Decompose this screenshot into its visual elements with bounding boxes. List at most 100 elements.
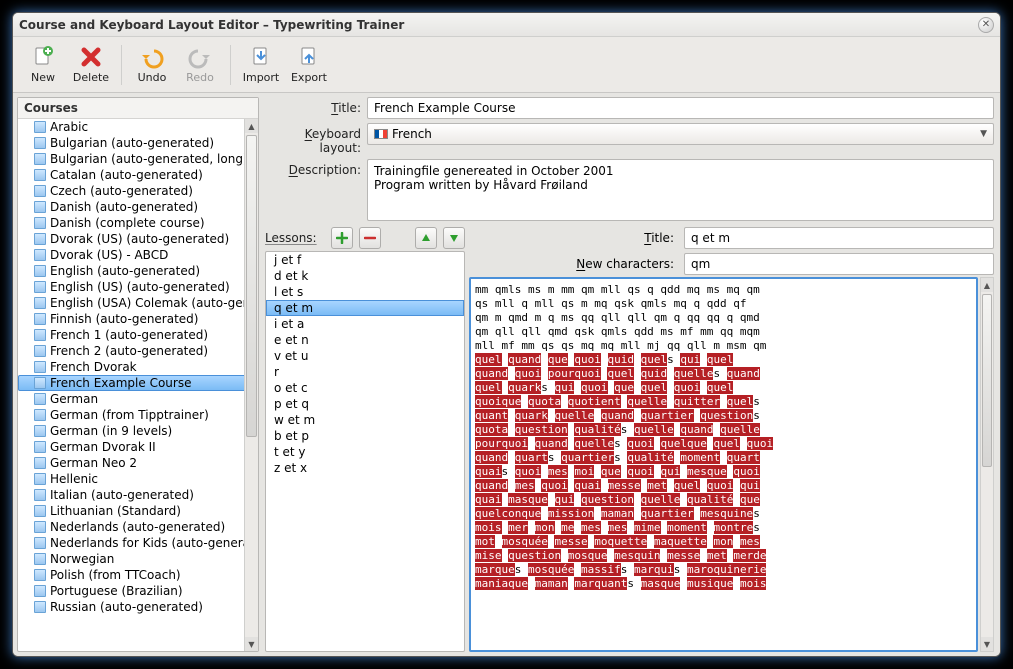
course-item-label: English (USA) Colemak (auto-gen… — [50, 296, 258, 310]
delete-icon — [79, 45, 103, 69]
scroll-up-icon[interactable]: ▲ — [981, 278, 993, 292]
course-item[interactable]: Dvorak (US) (auto-generated) — [18, 231, 258, 247]
lesson-item[interactable]: r — [266, 364, 464, 380]
courses-list[interactable]: ArabicBulgarian (auto-generated)Bulgaria… — [18, 119, 258, 615]
document-icon — [34, 473, 46, 485]
course-item[interactable]: Arabic — [18, 119, 258, 135]
course-item[interactable]: Portuguese (Brazilian) — [18, 583, 258, 599]
scroll-thumb[interactable] — [246, 135, 257, 437]
course-item[interactable]: Dvorak (US) - ABCD — [18, 247, 258, 263]
course-item[interactable]: English (US) (auto-generated) — [18, 279, 258, 295]
course-item[interactable]: French 2 (auto-generated) — [18, 343, 258, 359]
course-item[interactable]: Bulgarian (auto-generated, long) — [18, 151, 258, 167]
course-item-label: Dvorak (US) - ABCD — [50, 248, 168, 262]
add-lesson-button[interactable] — [331, 227, 353, 249]
course-item[interactable]: Danish (complete course) — [18, 215, 258, 231]
course-item[interactable]: Lithuanian (Standard) — [18, 503, 258, 519]
export-label: Export — [291, 71, 327, 84]
lesson-item[interactable]: l et s — [266, 284, 464, 300]
course-item[interactable]: Finnish (auto-generated) — [18, 311, 258, 327]
redo-button[interactable]: Redo — [176, 40, 224, 90]
scrollbar[interactable]: ▲ ▼ — [244, 119, 258, 651]
delete-button[interactable]: Delete — [67, 40, 115, 90]
lesson-title-input[interactable] — [684, 227, 994, 249]
undo-icon — [140, 45, 164, 69]
export-button[interactable]: Export — [285, 40, 333, 90]
course-item[interactable]: English (auto-generated) — [18, 263, 258, 279]
course-item-label: Lithuanian (Standard) — [50, 504, 181, 518]
keyboard-layout-combo[interactable]: French ▼ — [367, 123, 994, 145]
lesson-item[interactable]: q et m — [266, 300, 464, 316]
document-icon — [34, 137, 46, 149]
lesson-item[interactable]: d et k — [266, 268, 464, 284]
lesson-item[interactable]: z et x — [266, 460, 464, 476]
document-icon — [34, 345, 46, 357]
scroll-up-icon[interactable]: ▲ — [245, 119, 258, 133]
course-item[interactable]: German (in 9 levels) — [18, 423, 258, 439]
courses-panel: Courses ArabicBulgarian (auto-generated)… — [17, 97, 259, 652]
keyboard-label: Keyboard layout: — [265, 123, 361, 155]
lesson-item[interactable]: b et p — [266, 428, 464, 444]
move-lesson-down-button[interactable] — [443, 227, 465, 249]
description-textarea[interactable]: Trainingfile genereated in October 2001 … — [367, 159, 994, 221]
lesson-item[interactable]: t et y — [266, 444, 464, 460]
lesson-item[interactable]: v et u — [266, 348, 464, 364]
document-icon — [34, 457, 46, 469]
document-icon — [34, 601, 46, 613]
document-icon — [34, 441, 46, 453]
course-item-label: Czech (auto-generated) — [50, 184, 193, 198]
course-item[interactable]: Czech (auto-generated) — [18, 183, 258, 199]
course-item[interactable]: Catalan (auto-generated) — [18, 167, 258, 183]
lesson-item[interactable]: j et f — [266, 252, 464, 268]
course-item[interactable]: Nederlands (auto-generated) — [18, 519, 258, 535]
course-item-label: Finnish (auto-generated) — [50, 312, 198, 326]
lessons-list[interactable]: j et fd et kl et sq et mi et ae et nv et… — [265, 251, 465, 652]
new-chars-label: New characters: — [576, 257, 674, 271]
course-title-input[interactable] — [367, 97, 994, 119]
document-icon — [34, 489, 46, 501]
lesson-item[interactable]: o et c — [266, 380, 464, 396]
scroll-down-icon[interactable]: ▼ — [245, 637, 258, 651]
main-area: Courses ArabicBulgarian (auto-generated)… — [13, 93, 1000, 656]
course-item[interactable]: Bulgarian (auto-generated) — [18, 135, 258, 151]
document-icon — [34, 121, 46, 133]
course-item-label: Arabic — [50, 120, 88, 134]
course-item[interactable]: Danish (auto-generated) — [18, 199, 258, 215]
course-item[interactable]: German Neo 2 — [18, 455, 258, 471]
course-item-label: German (in 9 levels) — [50, 424, 172, 438]
new-button[interactable]: New — [19, 40, 67, 90]
new-chars-input[interactable] — [684, 253, 994, 275]
lesson-item[interactable]: i et a — [266, 316, 464, 332]
redo-icon — [188, 45, 212, 69]
remove-lesson-button[interactable] — [359, 227, 381, 249]
course-item[interactable]: Italian (auto-generated) — [18, 487, 258, 503]
course-item[interactable]: French Dvorak — [18, 359, 258, 375]
lesson-item[interactable]: w et m — [266, 412, 464, 428]
document-icon — [34, 265, 46, 277]
course-item[interactable]: German (from Tipptrainer) — [18, 407, 258, 423]
course-item[interactable]: Russian (auto-generated) — [18, 599, 258, 615]
course-item[interactable]: French Example Course — [18, 375, 258, 391]
document-icon — [34, 313, 46, 325]
lesson-item[interactable]: e et n — [266, 332, 464, 348]
course-item[interactable]: German — [18, 391, 258, 407]
course-item-label: Norwegian — [50, 552, 114, 566]
lessons-label: Lessons: — [265, 231, 325, 245]
close-button[interactable]: ✕ — [978, 17, 994, 33]
lesson-scrollbar[interactable]: ▲ ▼ — [980, 277, 994, 652]
undo-button[interactable]: Undo — [128, 40, 176, 90]
scroll-down-icon[interactable]: ▼ — [981, 637, 993, 651]
course-item[interactable]: French 1 (auto-generated) — [18, 327, 258, 343]
course-item[interactable]: Hellenic — [18, 471, 258, 487]
lesson-item[interactable]: p et q — [266, 396, 464, 412]
course-item[interactable]: Nederlands for Kids (auto-genera… — [18, 535, 258, 551]
move-lesson-up-button[interactable] — [415, 227, 437, 249]
course-item[interactable]: Polish (from TTCoach) — [18, 567, 258, 583]
course-item[interactable]: English (USA) Colemak (auto-gen… — [18, 295, 258, 311]
import-button[interactable]: Import — [237, 40, 285, 90]
scroll-thumb[interactable] — [982, 294, 992, 467]
redo-label: Redo — [186, 71, 214, 84]
course-item[interactable]: German Dvorak II — [18, 439, 258, 455]
course-item[interactable]: Norwegian — [18, 551, 258, 567]
lesson-text-area[interactable]: mm qmls ms m mm qm mll qs q qdd mq ms mq… — [469, 277, 978, 652]
